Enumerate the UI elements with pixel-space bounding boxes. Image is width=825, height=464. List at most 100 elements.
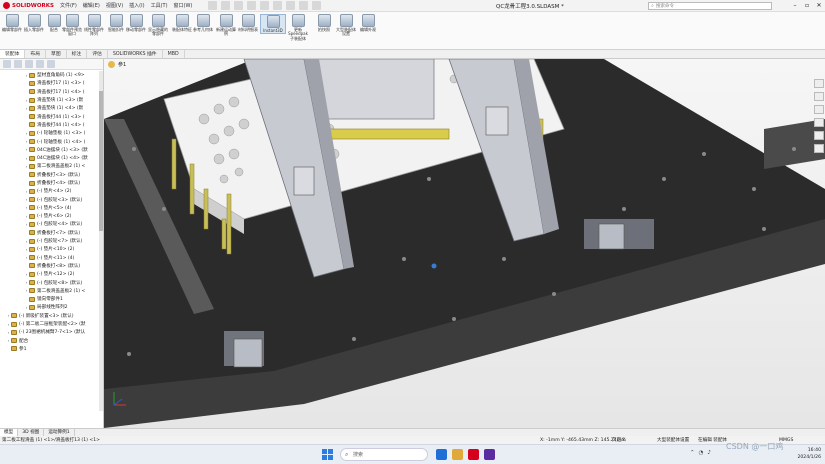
appearances-icon[interactable]	[814, 131, 824, 140]
options-gear-icon[interactable]	[312, 1, 322, 10]
menu-file[interactable]: 文件(F)	[60, 2, 77, 9]
tab-addins[interactable]: SOLIDWORKS 插件	[108, 50, 163, 58]
tab-assembly[interactable]: 装配体	[0, 50, 26, 58]
take-snapshot-button[interactable]: 拍快照	[314, 14, 334, 32]
tree-item[interactable]: 滑盖板打44 (1) <3> (	[0, 112, 103, 120]
menu-tools[interactable]: 工具(T)	[151, 2, 168, 9]
tree-item[interactable]: › 局部线性阵列2	[0, 303, 103, 311]
tree-item[interactable]: 折叠板打<3> (默认)	[0, 171, 103, 179]
scrollbar-thumb[interactable]	[99, 91, 103, 231]
tab-layout[interactable]: 布局	[25, 50, 47, 58]
new-motion-study-button[interactable]: 新建运动算例	[216, 14, 236, 37]
edge-icon[interactable]	[436, 449, 447, 460]
instant3d-button[interactable]: Instant3D	[260, 14, 286, 35]
display-manager-tab-icon[interactable]	[47, 60, 55, 68]
design-library-icon[interactable]	[814, 92, 824, 101]
smart-fasteners-button[interactable]: 智能扣件	[106, 14, 126, 32]
restore-icon[interactable]: ▫	[801, 0, 813, 12]
tree-item[interactable]: › 第二板滑盖盖板2 (1) <	[0, 287, 103, 295]
edit-appearance-button[interactable]: 编辑外观	[358, 14, 378, 32]
close-icon[interactable]: ✕	[813, 0, 825, 12]
move-component-button[interactable]: 移动零部件	[126, 14, 146, 32]
tree-item[interactable]: 滑盖板打17 (1) <3> (	[0, 79, 103, 87]
tree-item[interactable]: › (-) 包胶轮<8> (默认)	[0, 278, 103, 286]
tree-item[interactable]: › 配合	[0, 337, 103, 345]
feature-tree-tab-icon[interactable]	[3, 60, 11, 68]
tab-markup[interactable]: 标注	[67, 50, 88, 58]
tab-motion-study[interactable]: 运动算例1	[44, 429, 75, 436]
custom-properties-icon[interactable]	[814, 144, 824, 153]
configuration-tab-icon[interactable]	[25, 60, 33, 68]
tree-item[interactable]: 折叠板打<7> (默认)	[0, 229, 103, 237]
menu-insert[interactable]: 插入(I)	[129, 2, 144, 9]
tree-item[interactable]: 折叠板打<8> (默认)	[0, 262, 103, 270]
tree-item[interactable]: › (-) 23围裙机械臂7-7<1> (默认	[0, 328, 103, 336]
tree-item[interactable]: › (-) 垫片<11> (4)	[0, 254, 103, 262]
large-assembly-settings-button[interactable]: 大型装配体设置	[336, 14, 356, 37]
file-explorer-icon[interactable]	[814, 105, 824, 114]
chevron-up-icon[interactable]: ⌃	[690, 450, 695, 456]
solidworks-taskbar-icon[interactable]	[468, 449, 479, 460]
tree-item[interactable]: › 第二板滑盖盖板2 (1) <	[0, 162, 103, 170]
new-file-icon[interactable]	[221, 1, 231, 10]
taskbar-search-input[interactable]: ⌕ 搜索	[340, 448, 428, 461]
insert-component-button[interactable]: 插入零部件	[24, 14, 44, 32]
tree-item[interactable]: › (-) 包胶轮<3> (默认)	[0, 195, 103, 203]
tree-item[interactable]: 参1	[0, 345, 103, 353]
tree-item[interactable]: › (-) 新吸扩装置<3> (默认)	[0, 312, 103, 320]
update-speedpak-button[interactable]: 更新Speedpak子装配体	[288, 14, 308, 41]
app-icon[interactable]	[484, 449, 495, 460]
assembly-features-button[interactable]: 装配体特征	[172, 14, 192, 32]
tree-item[interactable]: › 04C油摆块 (1) <4> (默	[0, 154, 103, 162]
tree-item[interactable]: › (-) 垫片<12> (2)	[0, 270, 103, 278]
assembly-model[interactable]	[104, 59, 825, 428]
graphics-area[interactable]: 参1	[104, 59, 825, 428]
tree-item[interactable]: › (-) 垫片<6> (2)	[0, 212, 103, 220]
undo-icon[interactable]	[273, 1, 283, 10]
print-icon[interactable]	[260, 1, 270, 10]
tree-item[interactable]: › (-) 轮轴垫板 (1) <4> (	[0, 137, 103, 145]
tree-item[interactable]: › (-) 垫片<5> (4)	[0, 204, 103, 212]
tree-item[interactable]: 镜向零部件1	[0, 295, 103, 303]
app-logo[interactable]: SOLIDWORKS	[0, 2, 58, 9]
wifi-icon[interactable]: ◔	[699, 450, 704, 456]
tree-item[interactable]: 滑盖板打44 (1) <4> (	[0, 121, 103, 129]
minimize-icon[interactable]: –	[789, 0, 801, 12]
property-manager-tab-icon[interactable]	[14, 60, 22, 68]
rebuild-icon[interactable]	[299, 1, 309, 10]
dimxpert-tab-icon[interactable]	[36, 60, 44, 68]
tree-item[interactable]: › (-) 第二板二层框架装配<2> (默	[0, 320, 103, 328]
windows-start-icon[interactable]	[322, 449, 333, 460]
volume-icon[interactable]: ♪	[707, 450, 711, 456]
component-preview-button[interactable]: 零部件预览窗口	[62, 14, 82, 37]
linear-pattern-button[interactable]: 线性零部件阵列	[84, 14, 104, 37]
tab-evaluate[interactable]: 评估	[87, 50, 108, 58]
menu-edit[interactable]: 编辑(E)	[83, 2, 100, 9]
tab-sketch[interactable]: 草图	[46, 50, 67, 58]
status-mode[interactable]: 大型装配体设置	[657, 437, 689, 443]
search-commands-input[interactable]: ⌕ 搜索命令	[648, 2, 772, 10]
tab-3d-views[interactable]: 3D 视图	[18, 429, 45, 436]
menu-window[interactable]: 窗口(W)	[174, 2, 193, 9]
select-icon[interactable]	[286, 1, 296, 10]
open-file-icon[interactable]	[234, 1, 244, 10]
tree-item[interactable]: › 滑盖垫块 (1) <3> (默	[0, 96, 103, 104]
tree-item[interactable]: 滑盖板打17 (1) <4> (	[0, 88, 103, 96]
tree-item[interactable]: › (-) 包胶轮<7> (默认)	[0, 237, 103, 245]
tree-item[interactable]: › 滑盖垫块 (1) <4> (默	[0, 104, 103, 112]
bill-of-materials-button[interactable]: 材料明细表	[238, 14, 258, 32]
reference-geometry-button[interactable]: 参考几何体	[193, 14, 213, 32]
tree-item[interactable]: › 型材直角角码 (1) <9>	[0, 71, 103, 79]
tree-scrollbar[interactable]	[99, 71, 103, 411]
edit-component-button[interactable]: 编辑零部件	[2, 14, 22, 32]
tab-model[interactable]: 模型	[0, 429, 19, 436]
view-palette-icon[interactable]	[814, 118, 824, 127]
show-hidden-button[interactable]: 显示隐藏的零部件	[148, 14, 168, 37]
file-explorer-icon[interactable]	[452, 449, 463, 460]
menu-view[interactable]: 视图(V)	[106, 2, 123, 9]
tree-item[interactable]: › (-) 包胶轮<4> (默认)	[0, 220, 103, 228]
tree-item[interactable]: › (-) 垫片<10> (2)	[0, 245, 103, 253]
save-icon[interactable]	[247, 1, 257, 10]
tree-item[interactable]: › (-) 垫片<4> (2)	[0, 187, 103, 195]
resources-icon[interactable]	[814, 79, 824, 88]
